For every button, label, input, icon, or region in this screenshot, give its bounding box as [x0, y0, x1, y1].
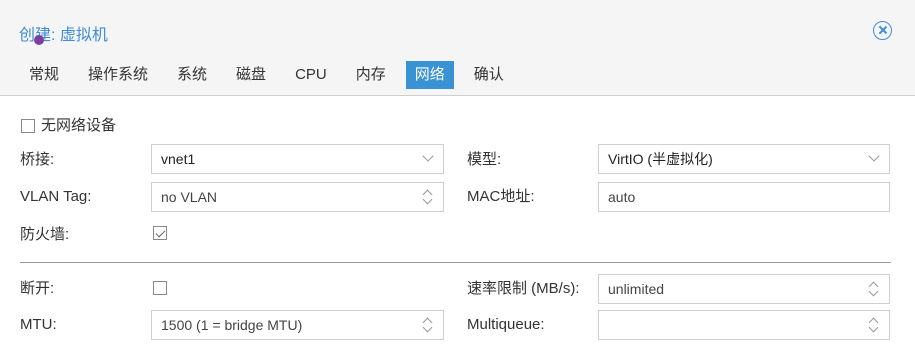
section-divider	[20, 262, 891, 263]
spinner-icon[interactable]	[869, 281, 879, 297]
close-icon[interactable]	[873, 21, 892, 40]
multiqueue-input[interactable]	[598, 310, 890, 340]
rate-limit-input[interactable]: unlimited	[598, 274, 890, 304]
disconnect-label: 断开:	[20, 280, 55, 297]
disconnect-checkbox[interactable]	[153, 281, 167, 295]
tab-bar: 常规 操作系统 系统 磁盘 CPU 内存 网络 确认	[20, 61, 524, 89]
chevron-down-icon	[868, 150, 880, 162]
tab-cpu[interactable]: CPU	[286, 61, 336, 89]
spinner-icon[interactable]	[423, 189, 433, 205]
no-network-label: 无网络设备	[41, 117, 117, 134]
model-label: 模型:	[467, 151, 502, 168]
bridge-label: 桥接:	[20, 151, 55, 168]
firewall-checkbox[interactable]	[153, 226, 167, 240]
mtu-placeholder: 1500 (1 = bridge MTU)	[161, 317, 303, 333]
no-network-checkbox[interactable]	[21, 119, 35, 133]
mtu-input[interactable]: 1500 (1 = bridge MTU)	[151, 310, 444, 340]
tab-system[interactable]: 系统	[168, 61, 216, 89]
mouse-cursor-indicator	[34, 35, 44, 45]
tab-general[interactable]: 常规	[20, 61, 68, 89]
mtu-label: MTU:	[20, 316, 57, 333]
tab-network[interactable]: 网络	[405, 61, 454, 89]
tab-confirm[interactable]: 确认	[465, 61, 513, 89]
tab-memory[interactable]: 内存	[347, 61, 395, 89]
bridge-value: vnet1	[161, 151, 196, 167]
vlan-tag-label: VLAN Tag:	[20, 188, 92, 205]
spinner-icon[interactable]	[423, 317, 433, 333]
bridge-select[interactable]: vnet1	[151, 144, 444, 174]
model-select[interactable]: VirtIO (半虚拟化)	[598, 144, 890, 174]
mac-placeholder: auto	[608, 189, 636, 205]
dialog-title: 创建: 虚拟机	[19, 27, 108, 44]
mac-input[interactable]: auto	[598, 182, 890, 212]
chevron-down-icon	[422, 150, 434, 162]
tab-os[interactable]: 操作系统	[79, 61, 157, 89]
rate-limit-placeholder: unlimited	[608, 281, 665, 297]
multiqueue-label: Multiqueue:	[467, 316, 545, 333]
spinner-icon[interactable]	[869, 317, 879, 333]
mac-label: MAC地址:	[467, 188, 535, 205]
vlan-tag-input[interactable]: no VLAN	[151, 182, 444, 212]
firewall-label: 防火墙:	[20, 226, 70, 243]
rate-limit-label: 速率限制 (MB/s):	[467, 280, 580, 297]
model-value: VirtIO (半虚拟化)	[608, 151, 713, 167]
tab-disk[interactable]: 磁盘	[227, 61, 275, 89]
dialog-header: 创建: 虚拟机 常规 操作系统 系统 磁盘 CPU 内存 网络 确认	[0, 0, 915, 96]
vlan-tag-placeholder: no VLAN	[161, 189, 218, 205]
